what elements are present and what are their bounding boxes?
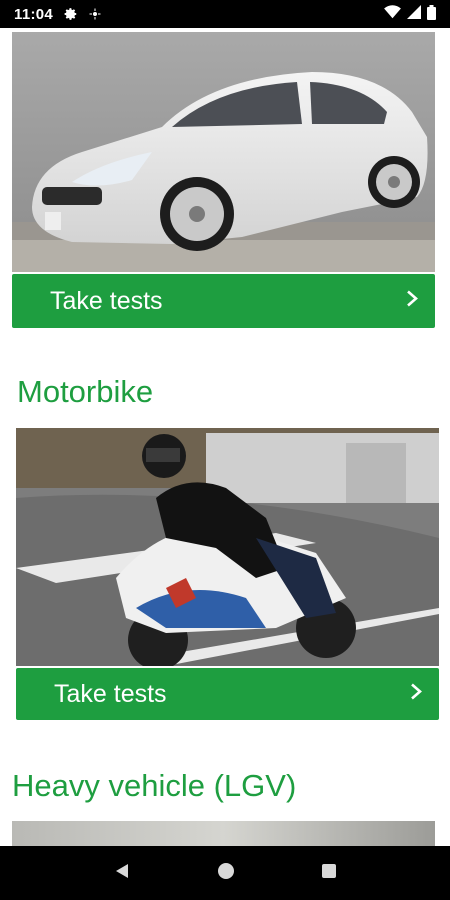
lgv-photo[interactable] bbox=[12, 821, 435, 846]
signal-icon bbox=[407, 5, 421, 23]
section-title-heavy-vehicle: Heavy vehicle (LGV) bbox=[12, 768, 297, 803]
status-bar: 11:04 bbox=[0, 0, 450, 28]
back-icon[interactable] bbox=[113, 862, 131, 885]
take-tests-label: Take tests bbox=[54, 679, 167, 708]
take-tests-label: Take tests bbox=[50, 286, 163, 315]
motorbike-card: Take tests bbox=[16, 428, 439, 720]
battery-icon bbox=[427, 4, 436, 24]
car-photo[interactable] bbox=[12, 32, 435, 272]
gear-icon bbox=[63, 6, 79, 22]
home-icon[interactable] bbox=[217, 862, 235, 885]
motorbike-photo[interactable] bbox=[16, 428, 439, 666]
take-tests-button[interactable]: Take tests bbox=[12, 274, 435, 328]
car-card: Take tests bbox=[12, 32, 435, 328]
section-title-motorbike: Motorbike bbox=[17, 374, 154, 409]
location-icon bbox=[87, 6, 103, 22]
chevron-right-icon bbox=[405, 287, 419, 316]
chevron-right-icon bbox=[409, 680, 423, 709]
wifi-icon bbox=[384, 5, 401, 23]
lgv-card bbox=[12, 821, 435, 846]
navigation-bar bbox=[0, 846, 450, 900]
take-tests-button[interactable]: Take tests bbox=[16, 668, 439, 720]
recents-icon[interactable] bbox=[321, 863, 337, 884]
status-time: 11:04 bbox=[14, 5, 54, 23]
vehicle-list[interactable]: Take tests Motorbike Take tests Heavy ve… bbox=[0, 28, 450, 846]
